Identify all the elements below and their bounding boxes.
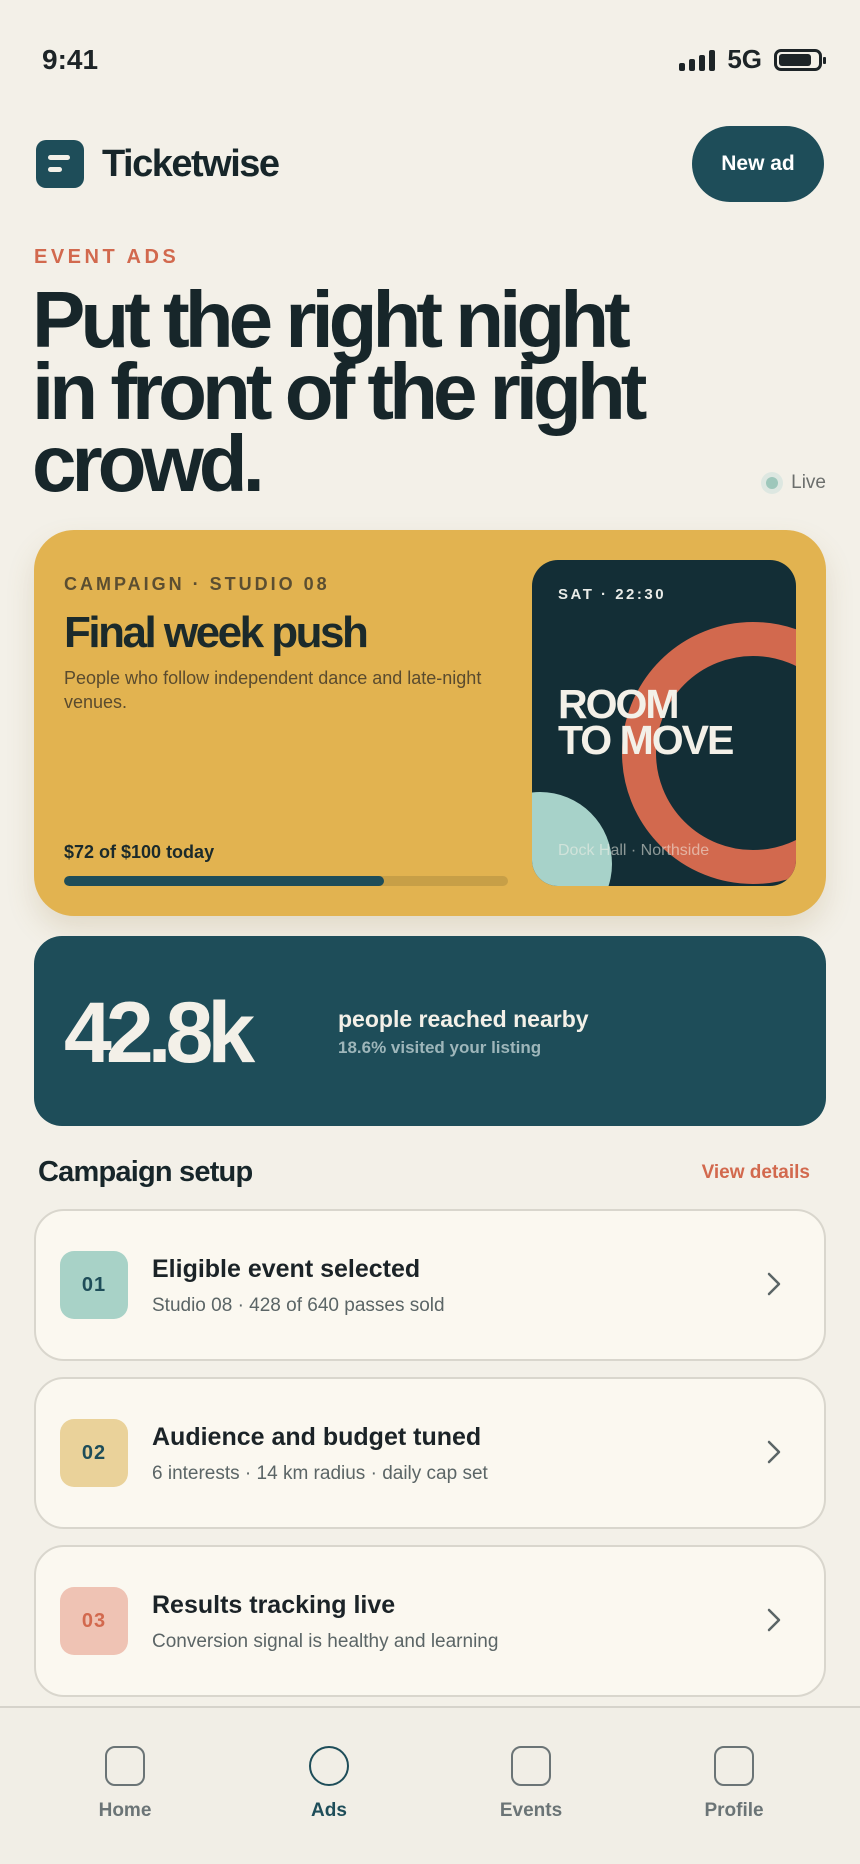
poster-venue: Dock Hall · Northside — [558, 842, 710, 859]
home-icon — [105, 1746, 145, 1786]
nav-label: Ads — [311, 1800, 347, 1821]
step-subtitle: Studio 08 · 428 of 640 passes sold — [152, 1295, 445, 1316]
section-title: Campaign setup — [38, 1156, 253, 1188]
reach-label: people reached nearby — [338, 1006, 589, 1032]
nav-item-ads[interactable]: Ads — [259, 1746, 399, 1822]
brand-name: Ticketwise — [102, 143, 280, 185]
step-number-badge: 01 — [60, 1251, 128, 1319]
chevron-right-icon — [767, 1272, 781, 1296]
poster-circle-graphic — [532, 792, 612, 886]
battery-icon — [774, 48, 826, 71]
step-title: Audience and budget tuned — [152, 1423, 482, 1451]
nav-label: Profile — [704, 1800, 764, 1821]
campaign-eyebrow: CAMPAIGN · STUDIO 08 — [64, 574, 330, 594]
step-number-badge: 02 — [60, 1419, 128, 1487]
nav-item-home[interactable]: Home — [55, 1746, 195, 1822]
step-subtitle: Conversion signal is healthy and learnin… — [152, 1631, 499, 1652]
poster-title-line: TO MOVE — [558, 717, 734, 763]
chevron-right-icon — [767, 1440, 781, 1464]
campaign-title: Final week push — [64, 608, 369, 657]
nav-item-events[interactable]: Events — [461, 1746, 601, 1822]
live-dot-icon — [761, 472, 784, 494]
bottom-nav: Home Ads Events Profile — [0, 1706, 860, 1864]
live-status: Live — [761, 472, 826, 494]
logo-icon — [36, 140, 84, 188]
budget-text: $72 of $100 today — [64, 842, 215, 862]
headline-line: in front of the right — [32, 347, 647, 436]
live-label: Live — [791, 472, 826, 493]
headline-line: Put the right night — [32, 275, 631, 364]
budget-progress-bar — [64, 876, 508, 886]
battery-level — [779, 53, 812, 66]
campaign-description: People who follow independent dance and … — [64, 668, 482, 712]
setup-step[interactable]: 03 Results tracking live Conversion sign… — [34, 1545, 826, 1697]
events-icon — [511, 1746, 551, 1786]
reach-subtext: 18.6% visited your listing — [338, 1038, 542, 1057]
event-poster[interactable]: SAT · 22:30 ROOM TO MOVE Dock Hall · Nor… — [532, 560, 796, 886]
new-ad-button[interactable]: New ad — [692, 126, 824, 202]
page-headline: Put the right night in front of the righ… — [32, 275, 652, 508]
chevron-right-icon — [767, 1608, 781, 1632]
setup-step[interactable]: 01 Eligible event selected Studio 08 · 4… — [34, 1209, 826, 1361]
reach-value: 42.8k — [64, 985, 255, 1081]
nav-item-profile[interactable]: Profile — [664, 1746, 804, 1822]
network-label: 5G — [727, 44, 762, 74]
step-number-badge: 03 — [60, 1587, 128, 1655]
nav-label: Events — [499, 1800, 563, 1821]
section-eyebrow: EVENT ADS — [34, 246, 180, 268]
ads-icon — [309, 1746, 349, 1786]
view-details-link[interactable]: View details — [702, 1162, 810, 1184]
signal-icon — [679, 49, 716, 71]
step-title: Results tracking live — [152, 1591, 396, 1619]
poster-time: SAT · 22:30 — [558, 586, 667, 603]
profile-icon — [714, 1746, 754, 1786]
nav-label: Home — [98, 1800, 152, 1821]
campaign-card[interactable]: CAMPAIGN · STUDIO 08 Final week push Peo… — [34, 530, 826, 916]
step-title: Eligible event selected — [152, 1255, 421, 1283]
step-subtitle: 6 interests · 14 km radius · daily cap s… — [152, 1463, 488, 1484]
status-indicators: 5G — [679, 44, 826, 75]
status-time: 9:41 — [42, 44, 99, 75]
poster-title: ROOM TO MOVE — [558, 684, 778, 763]
setup-step[interactable]: 02 Audience and budget tuned 6 interests… — [34, 1377, 826, 1529]
reach-card: 42.8k people reached nearby 18.6% visite… — [34, 936, 826, 1126]
headline-line: crowd. — [32, 419, 265, 508]
budget-progress-fill — [64, 876, 384, 886]
